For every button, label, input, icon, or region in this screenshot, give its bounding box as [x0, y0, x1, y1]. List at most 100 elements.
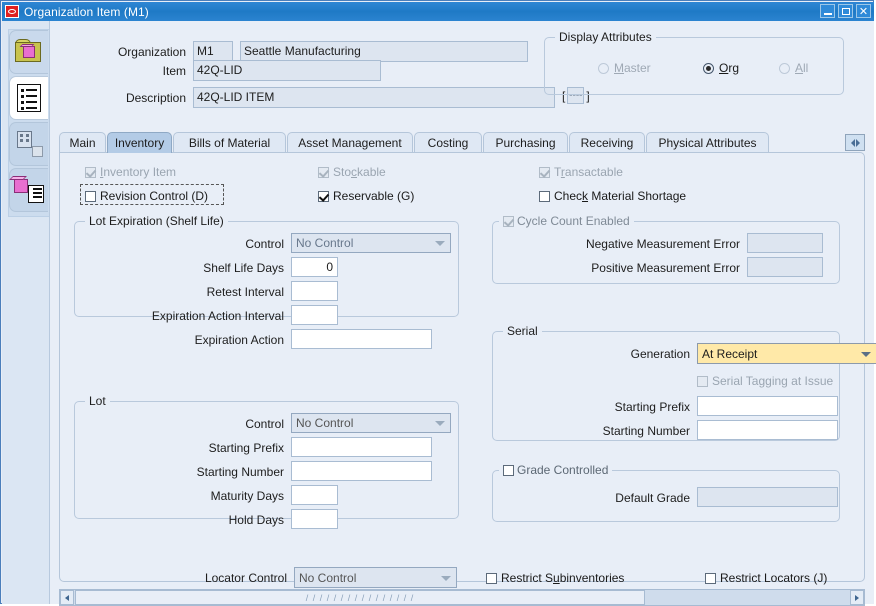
lot-starting-number-label: Starting Number [196, 465, 284, 479]
serial-generation-combo[interactable]: At Receipt [697, 343, 876, 364]
serial-starting-number-field[interactable] [697, 420, 838, 440]
sidebar-rail [2, 21, 50, 604]
expiration-action-interval-field[interactable] [291, 305, 338, 325]
radio-all-label: All [795, 61, 809, 75]
sidebar-item-document-list[interactable] [9, 76, 48, 120]
lot-maturity-days-field[interactable] [291, 485, 338, 505]
checkbox-cycle-count-enabled[interactable] [503, 215, 514, 227]
serial-starting-prefix-label: Starting Prefix [614, 400, 690, 414]
serial-generation-label: Generation [630, 347, 690, 361]
checkbox-restrict-locators-box [705, 572, 716, 584]
window-title: Organization Item (M1) [24, 4, 149, 19]
expiration-action-label: Expiration Action [194, 333, 284, 347]
display-attributes-title: Display Attributes [555, 30, 656, 44]
organization-code-field[interactable]: M1 [193, 41, 233, 62]
horizontal-scrollbar[interactable]: / / / / / / / / / / / / / / / / [59, 589, 865, 606]
arrow-left-icon [65, 594, 69, 601]
scroll-right-button[interactable] [850, 590, 864, 605]
lot-hold-days-field[interactable] [291, 509, 338, 529]
tab-strip: Main Inventory Bills of Material Asset M… [59, 132, 865, 153]
item-field[interactable]: 42Q-LID [193, 60, 381, 81]
description-field[interactable]: 42Q-LID ITEM [193, 87, 555, 108]
retest-interval-field[interactable] [291, 281, 338, 301]
radio-master[interactable] [598, 63, 609, 74]
checkbox-check-material-shortage-box [539, 190, 550, 202]
lot-expiration-control-value: No Control [296, 236, 354, 250]
minimize-button[interactable] [820, 4, 835, 18]
checkbox-transactable[interactable]: Transactable [539, 165, 623, 179]
arrow-right-icon [855, 594, 859, 601]
tab-purchasing[interactable]: Purchasing [483, 132, 568, 153]
item-label: Item [162, 64, 186, 78]
tab-asset-management[interactable]: Asset Management [287, 132, 413, 153]
scroll-left-button[interactable] [60, 590, 74, 605]
checkbox-restrict-subinventories-label: Restrict Subinventories [501, 571, 625, 585]
chevron-right-icon [855, 138, 860, 147]
shelf-life-days-field[interactable]: 0 [291, 257, 338, 277]
checkbox-inventory-item[interactable]: Inventory Item [85, 165, 176, 179]
lot-starting-prefix-field[interactable] [291, 437, 432, 457]
lot-starting-number-field[interactable] [291, 461, 432, 481]
close-button[interactable]: ✕ [856, 4, 871, 18]
lot-expiration-control-combo[interactable]: No Control [291, 233, 451, 253]
checkbox-serial-tagging-label: Serial Tagging at Issue [712, 374, 834, 388]
checkbox-stockable[interactable]: Stockable [318, 165, 386, 179]
scrollbar-thumb[interactable]: / / / / / / / / / / / / / / / / [75, 590, 645, 605]
checkbox-revision-control-label: Revision Control (D) [100, 189, 209, 203]
negative-measurement-error-field[interactable] [747, 233, 823, 253]
folder-cube-icon [15, 39, 43, 64]
sidebar-item-item-catalog[interactable] [9, 168, 48, 212]
checkbox-revision-control-box [85, 190, 96, 202]
tab-scroll-button[interactable] [845, 134, 865, 151]
tab-bills-of-material[interactable]: Bills of Material [173, 132, 286, 153]
checkbox-check-material-shortage[interactable]: Check Material Shortage [539, 189, 686, 203]
lot-expiration-title: Lot Expiration (Shelf Life) [85, 214, 228, 228]
window-controls: ✕ [820, 4, 871, 18]
serial-title: Serial [503, 324, 542, 338]
serial-starting-prefix-field[interactable] [697, 396, 838, 416]
lot-hold-days-label: Hold Days [228, 513, 284, 527]
checkbox-stockable-box [318, 166, 329, 178]
cycle-count-title-row[interactable]: Cycle Count Enabled [499, 214, 634, 228]
locator-control-combo[interactable]: No Control [294, 567, 457, 588]
default-grade-field[interactable] [697, 487, 838, 507]
expiration-action-field[interactable] [291, 329, 432, 349]
checkbox-transactable-box [539, 166, 550, 178]
grade-controlled-title-row[interactable]: Grade Controlled [499, 463, 613, 477]
positive-measurement-error-field[interactable] [747, 257, 823, 277]
radio-org-label: Org [719, 61, 740, 75]
checkbox-restrict-subinventories[interactable]: Restrict Subinventories [486, 571, 624, 585]
tab-main[interactable]: Main [59, 132, 106, 153]
serial-starting-number-label: Starting Number [602, 424, 690, 438]
organization-name-field[interactable]: Seattle Manufacturing [240, 41, 528, 62]
checkbox-serial-tagging-at-issue[interactable]: Serial Tagging at Issue [697, 374, 833, 388]
grade-controlled-title: Grade Controlled [517, 463, 609, 477]
checkbox-inventory-item-box [85, 166, 96, 178]
tab-physical-attributes[interactable]: Physical Attributes [646, 132, 769, 153]
organization-building-icon [15, 131, 43, 157]
radio-all[interactable] [779, 63, 790, 74]
tab-costing[interactable]: Costing [414, 132, 482, 153]
locator-control-value: No Control [299, 570, 357, 585]
checkbox-grade-controlled[interactable] [503, 464, 514, 476]
oracle-logo-icon [5, 5, 19, 18]
checkbox-reservable[interactable]: Reservable (G) [318, 189, 414, 203]
checkbox-restrict-locators[interactable]: Restrict Locators (J) [705, 571, 827, 585]
radio-org[interactable] [703, 63, 714, 74]
sidebar-item-organization[interactable] [9, 122, 48, 166]
close-icon: ✕ [858, 4, 869, 18]
organization-item-window: Organization Item (M1) ✕ Organization M1… [0, 0, 876, 606]
lot-control-combo[interactable]: No Control [291, 413, 451, 433]
tab-receiving[interactable]: Receiving [569, 132, 645, 153]
expiration-action-interval-label: Expiration Action Interval [151, 309, 284, 323]
sidebar-item-folder-cube[interactable] [9, 30, 48, 74]
tab-inventory[interactable]: Inventory [107, 132, 172, 153]
organization-label: Organization [117, 45, 186, 59]
lot-expiration-control-label: Control [245, 237, 284, 251]
checkbox-restrict-locators-label: Restrict Locators (J) [720, 571, 828, 585]
lot-control-value: No Control [296, 416, 354, 430]
locator-control-label: Locator Control [204, 571, 287, 585]
lot-maturity-days-label: Maturity Days [210, 489, 284, 503]
checkbox-revision-control[interactable]: Revision Control (D) [85, 189, 208, 203]
maximize-button[interactable] [838, 4, 853, 18]
